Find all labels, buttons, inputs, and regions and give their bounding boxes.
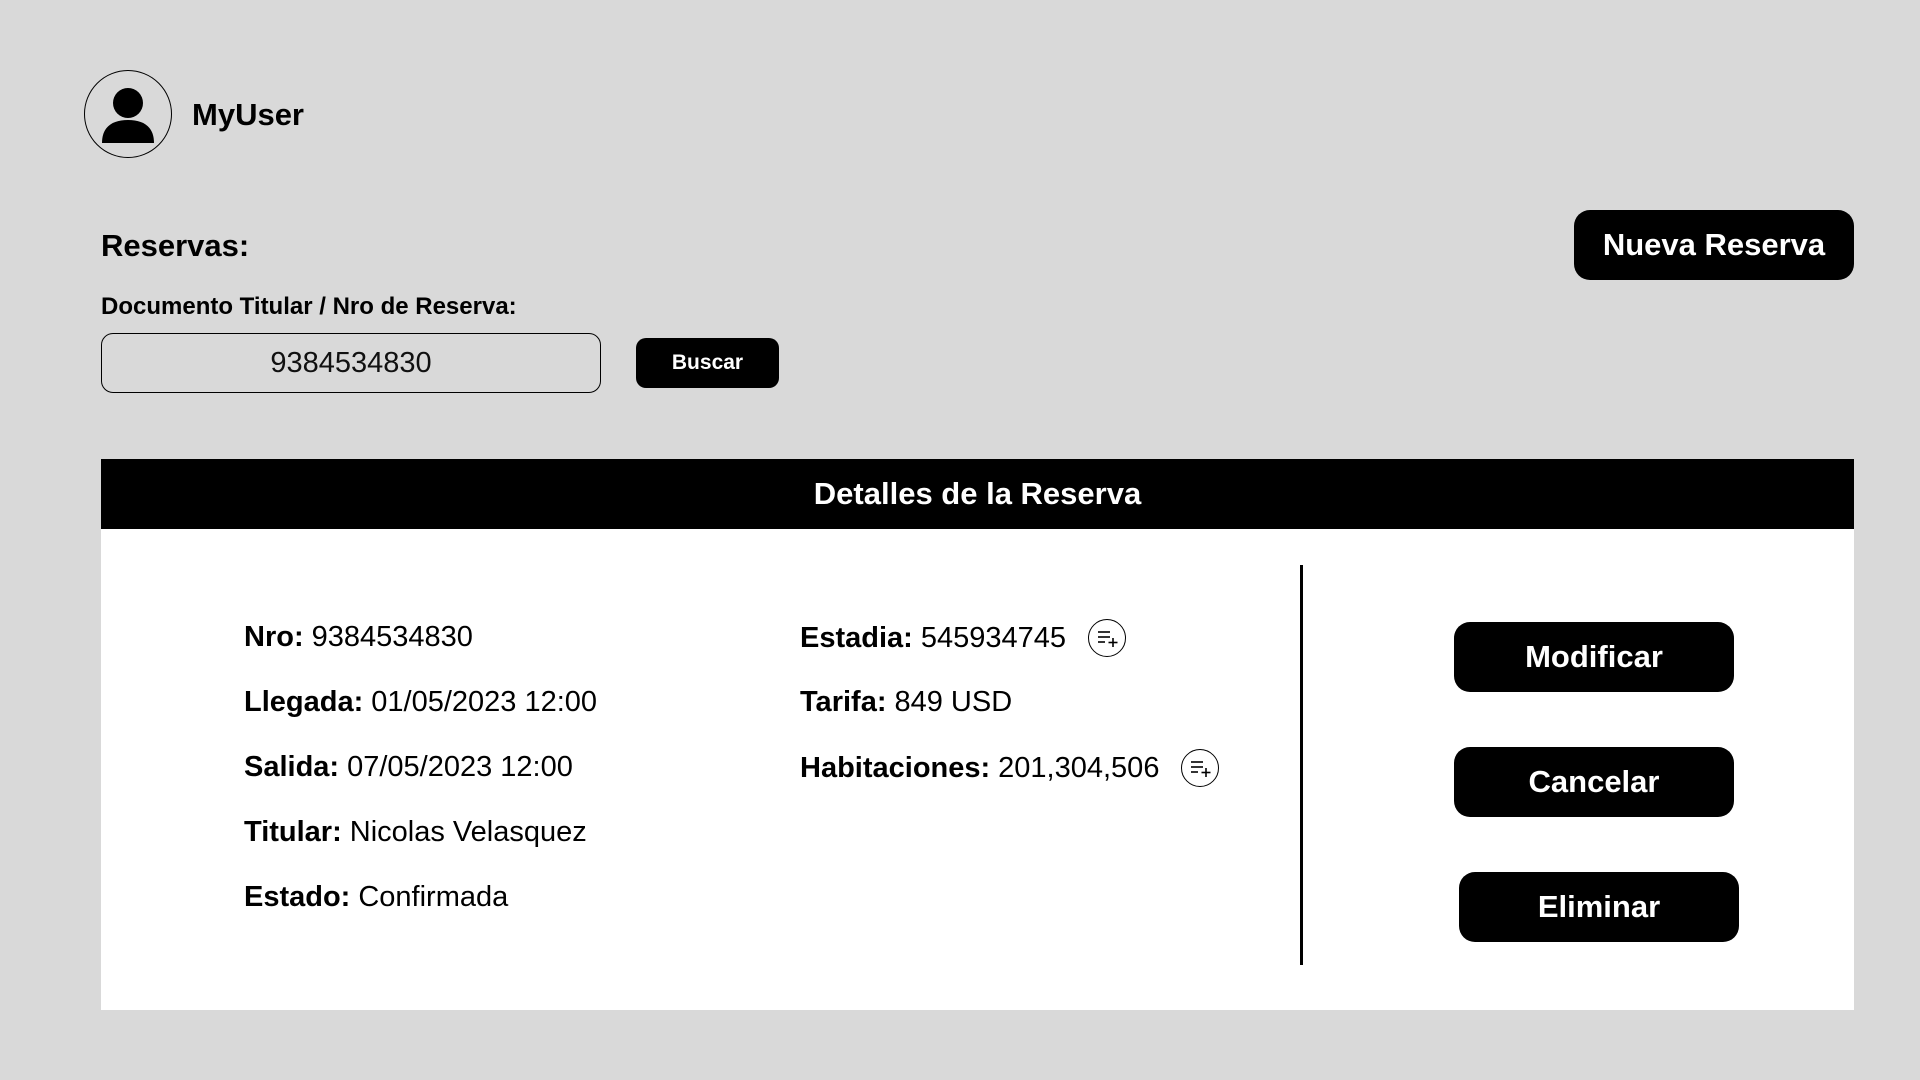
detail-label: Salida: bbox=[244, 751, 340, 783]
playlist-add-icon[interactable] bbox=[1087, 619, 1126, 657]
detail-label: Llegada: bbox=[244, 686, 364, 718]
detail-estadia: Estadia: 545934745 bbox=[800, 619, 1126, 657]
username: MyUser bbox=[192, 97, 304, 132]
details-header: Detalles de la Reserva bbox=[101, 459, 1854, 529]
user-avatar[interactable] bbox=[84, 70, 172, 158]
detail-llegada: Llegada: 01/05/2023 12:00 bbox=[244, 684, 597, 720]
detail-label: Titular: bbox=[244, 816, 342, 848]
detail-value: 849 USD bbox=[894, 686, 1013, 718]
detail-value: 07/05/2023 12:00 bbox=[347, 751, 573, 783]
detail-tarifa: Tarifa: 849 USD bbox=[800, 684, 1012, 720]
detail-value: 201,304,506 bbox=[998, 752, 1160, 784]
user-icon bbox=[102, 88, 154, 143]
reservas-title: Reservas: bbox=[101, 228, 250, 263]
search-button[interactable]: Buscar bbox=[636, 338, 779, 388]
detail-label: Nro: bbox=[244, 621, 304, 653]
detail-value: 545934745 bbox=[920, 622, 1066, 654]
detail-value: 01/05/2023 12:00 bbox=[371, 686, 598, 718]
detail-value: Confirmada bbox=[358, 881, 509, 913]
detail-value: 9384534830 bbox=[311, 621, 473, 653]
search-label: Documento Titular / Nro de Reserva: bbox=[101, 293, 517, 320]
detail-titular: Titular: Nicolas Velasquez bbox=[244, 814, 587, 850]
detail-nro: Nro: 9384534830 bbox=[244, 619, 473, 655]
search-input[interactable] bbox=[101, 333, 601, 393]
detail-salida: Salida: 07/05/2023 12:00 bbox=[244, 749, 573, 785]
detail-label: Estado: bbox=[244, 881, 351, 913]
new-reservation-button[interactable]: Nueva Reserva bbox=[1574, 210, 1854, 280]
modify-button[interactable]: Modificar bbox=[1454, 622, 1734, 692]
detail-label: Habitaciones: bbox=[800, 752, 991, 784]
detail-value: Nicolas Velasquez bbox=[349, 816, 587, 848]
detail-label: Estadia: bbox=[800, 622, 913, 654]
delete-button[interactable]: Eliminar bbox=[1459, 872, 1739, 942]
cancel-button[interactable]: Cancelar bbox=[1454, 747, 1734, 817]
vertical-divider bbox=[1300, 565, 1303, 965]
detail-label: Tarifa: bbox=[800, 686, 887, 718]
playlist-add-icon[interactable] bbox=[1181, 749, 1220, 787]
detail-estado: Estado: Confirmada bbox=[244, 879, 508, 915]
details-title: Detalles de la Reserva bbox=[813, 476, 1142, 511]
detail-habitaciones: Habitaciones: 201,304,506 bbox=[800, 749, 1220, 787]
